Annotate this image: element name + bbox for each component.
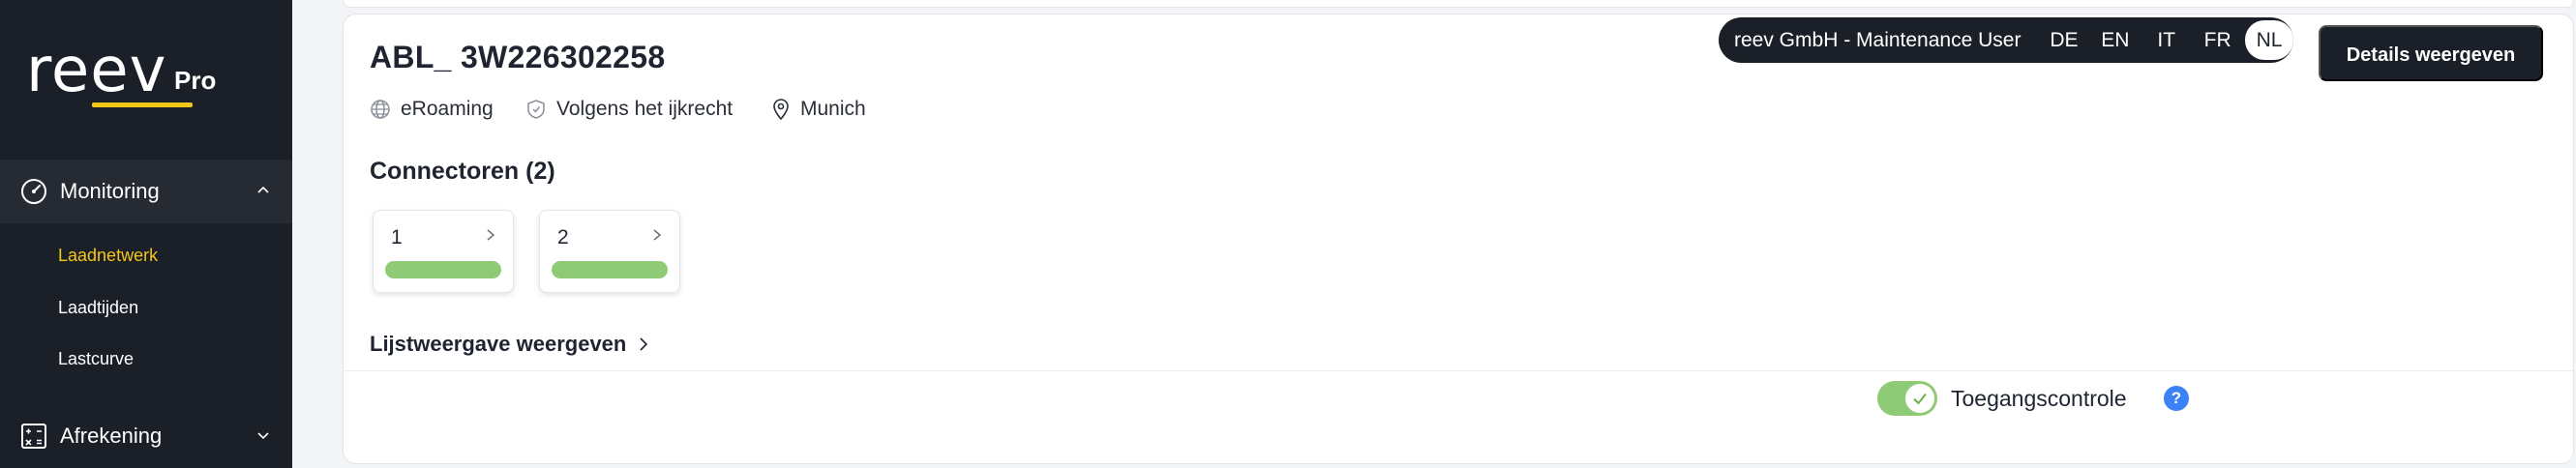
app-root: reev Pro Monitoring Laadnetwerk Laadtijd… — [0, 0, 2576, 468]
access-control-label: Toegangscontrole — [1951, 386, 2127, 411]
connector-number: 2 — [557, 226, 569, 249]
sidebar: reev Pro Monitoring Laadnetwerk Laadtijd… — [0, 0, 292, 468]
lang-it[interactable]: IT — [2141, 20, 2192, 60]
sidebar-group-label: Monitoring — [60, 179, 160, 203]
meta-location: Munich — [771, 98, 866, 121]
connector-number: 1 — [391, 226, 403, 249]
details-button[interactable]: Details weergeven — [2319, 25, 2543, 81]
chevron-down-icon — [257, 432, 269, 440]
list-view-link-label: Lijstweergave weergeven — [370, 332, 627, 356]
sidebar-group-monitoring[interactable]: Monitoring — [0, 160, 292, 223]
previous-card-edge — [343, 0, 2574, 8]
logo-underline — [92, 102, 193, 107]
meta-eroaming: eRoaming — [370, 98, 494, 121]
chevron-up-icon — [257, 186, 269, 193]
meta-text: eRoaming — [401, 98, 494, 120]
user-language-bar: reev GmbH - Maintenance User DE EN IT FR… — [1719, 17, 2293, 63]
shield-icon — [527, 100, 545, 119]
sidebar-group-afrekening[interactable]: Afrekening — [0, 404, 292, 468]
lang-de[interactable]: DE — [2038, 20, 2089, 60]
station-title: ABL_ 3W226302258 — [370, 40, 666, 74]
sidebar-group-label: Afrekening — [60, 424, 163, 448]
lang-en[interactable]: EN — [2089, 20, 2141, 60]
access-control-toggle[interactable] — [1877, 381, 1937, 416]
toggle-knob — [1905, 384, 1934, 413]
list-view-link[interactable]: Lijstweergave weergeven — [370, 332, 649, 357]
logo-wordmark: reev — [26, 35, 167, 106]
connector-status-bar — [552, 261, 668, 278]
meta-text: Munich — [800, 98, 866, 120]
sidebar-item-laadtijden[interactable]: Laadtijden — [58, 298, 138, 318]
globe-icon — [371, 100, 390, 119]
connector-status-bar — [385, 261, 501, 278]
chevron-right-icon — [487, 229, 495, 241]
chevron-right-icon — [653, 229, 662, 241]
lang-nl[interactable]: NL — [2245, 20, 2293, 60]
chevron-right-icon — [640, 337, 648, 351]
sidebar-item-laadnetwerk[interactable]: Laadnetwerk — [58, 246, 158, 266]
check-icon — [1913, 393, 1927, 405]
connector-card-1[interactable]: 1 — [373, 210, 514, 293]
meta-text: Volgens het ijkrecht — [556, 98, 734, 120]
logo-pro-label: Pro — [174, 66, 217, 95]
meta-ijkrecht: Volgens het ijkrecht — [525, 98, 733, 121]
location-pin-icon — [773, 99, 789, 121]
help-icon[interactable]: ? — [2164, 386, 2189, 411]
connectors-heading: Connectoren (2) — [370, 158, 555, 185]
calculator-icon — [21, 424, 46, 449]
user-label[interactable]: reev GmbH - Maintenance User — [1734, 29, 2021, 52]
card-divider — [344, 370, 2573, 371]
lang-fr[interactable]: FR — [2192, 20, 2243, 60]
connector-card-2[interactable]: 2 — [539, 210, 680, 293]
reev-pro-logo[interactable]: reev Pro — [26, 37, 239, 114]
gauge-icon — [21, 179, 46, 204]
station-card: ABL_ 3W226302258 eRoaming Volgens het ij… — [343, 14, 2574, 464]
sidebar-item-lastcurve[interactable]: Lastcurve — [58, 349, 134, 369]
